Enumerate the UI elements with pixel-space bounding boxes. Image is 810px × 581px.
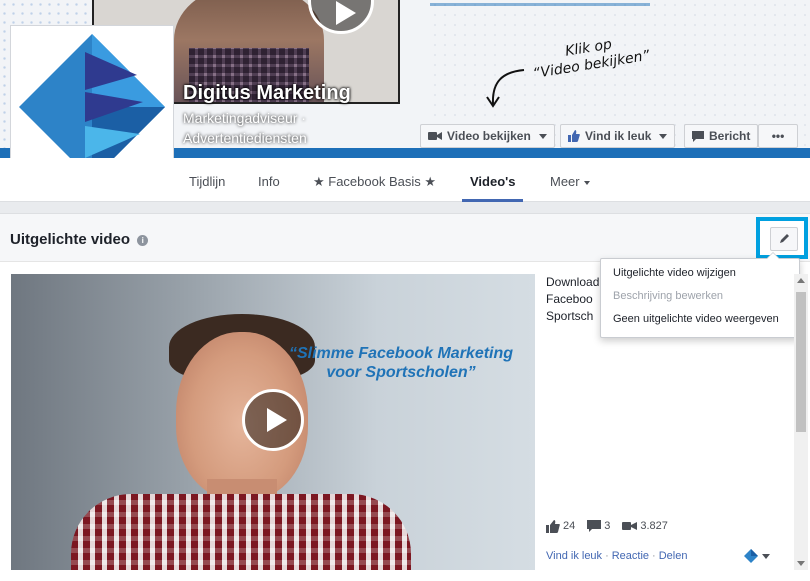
thumbs-up-icon — [568, 130, 580, 142]
like-label: Vind ik leuk — [585, 129, 652, 143]
thumbs-up-icon — [546, 519, 560, 533]
menu-item-change-featured-video[interactable]: Uitgelichte video wijzigen — [613, 267, 736, 279]
chevron-down-icon — [762, 553, 770, 559]
annotation-arrow-icon — [486, 69, 525, 108]
video-person-shirt — [71, 494, 411, 570]
menu-item-hide-featured-video[interactable]: Geen uitgelichte video weergeven — [613, 313, 779, 325]
separator: · — [605, 550, 609, 562]
chevron-down-icon — [583, 180, 590, 185]
edit-button[interactable] — [770, 227, 798, 251]
tab-info[interactable]: Info — [258, 158, 280, 202]
featured-video-player[interactable]: “Slimme Facebook Marketing voor Sportsch… — [11, 274, 535, 570]
more-options-button[interactable]: ••• — [758, 124, 798, 148]
video-overlay-text: “Slimme Facebook Marketing voor Sportsch… — [256, 344, 535, 382]
info-icon[interactable]: i — [137, 234, 149, 246]
action-share-link[interactable]: Delen — [659, 550, 688, 562]
view-count-value: 3.827 — [640, 520, 668, 532]
section-title: Uitgelichte video i — [10, 231, 149, 248]
comment-count-value: 3 — [604, 520, 611, 532]
video-description-line-3: Sportsch — [546, 309, 594, 323]
page-category[interactable]: Marketingadviseur · — [183, 110, 306, 126]
scroll-up-icon[interactable] — [797, 278, 805, 283]
like-count-value: 24 — [563, 520, 576, 532]
message-icon — [692, 130, 704, 142]
comment-count[interactable]: 3 — [587, 520, 610, 532]
edit-dropdown-menu: Uitgelichte video wijzigen Beschrijving … — [600, 252, 800, 338]
view-count: 3.827 — [622, 520, 668, 532]
play-icon[interactable] — [242, 389, 304, 451]
tab-tijdlijn[interactable]: Tijdlijn — [189, 158, 225, 202]
more-label: ••• — [771, 129, 785, 143]
overlay-line-1: “Slimme Facebook Marketing — [288, 345, 514, 362]
video-description-line-2: Faceboo — [546, 292, 593, 306]
page-tab-bar: Tijdlijn Info ★ Facebook Basis ★ Video's… — [0, 158, 810, 202]
scroll-thumb[interactable] — [796, 292, 806, 432]
video-camera-icon — [428, 132, 442, 140]
message-button[interactable]: Bericht — [684, 124, 759, 148]
tab-videos[interactable]: Video's — [462, 158, 524, 202]
action-comment-link[interactable]: Reactie — [612, 550, 649, 562]
video-camera-icon — [622, 522, 638, 530]
message-label: Bericht — [709, 129, 751, 143]
scroll-down-icon[interactable] — [797, 561, 805, 566]
chevron-down-icon — [538, 133, 547, 139]
post-as-selector[interactable] — [744, 549, 770, 563]
video-description-line-1: Download — [546, 275, 600, 289]
watch-video-button[interactable]: Video bekijken — [420, 124, 555, 148]
like-button[interactable]: Vind ik leuk — [560, 124, 676, 148]
facebook-page: Klik op “Video bekijken” Digitus Marketi… — [0, 0, 810, 581]
watch-video-label: Video bekijken — [447, 129, 531, 143]
tab-meer-label: Meer — [550, 174, 580, 189]
video-actions: Vind ik leuk · Reactie · Delen — [546, 550, 687, 562]
cover-heading-fragment — [430, 0, 650, 6]
menu-item-edit-description: Beschrijving bewerken — [613, 290, 724, 302]
section-header: Uitgelichte video i — [0, 214, 810, 262]
tab-meer[interactable]: Meer — [550, 158, 590, 202]
section-title-text: Uitgelichte video — [10, 231, 131, 248]
chevron-down-icon — [659, 133, 668, 139]
action-like-link[interactable]: Vind ik leuk — [546, 550, 602, 562]
description-scrollbar[interactable] — [794, 274, 808, 570]
overlay-line-2: voor Sportscholen” — [326, 364, 476, 381]
edit-highlight-frame — [756, 217, 808, 259]
tab-facebook-basis[interactable]: ★ Facebook Basis ★ — [313, 158, 436, 202]
like-count[interactable]: 24 — [546, 519, 576, 533]
comment-icon — [587, 520, 602, 532]
page-avatar-icon — [744, 549, 758, 563]
page-name[interactable]: Digitus Marketing — [183, 82, 351, 105]
video-stats: 24 3 3.827 — [546, 519, 680, 533]
page-category-2[interactable]: Advertentiediensten — [183, 130, 307, 146]
separator: · — [652, 550, 656, 562]
pencil-icon — [780, 234, 789, 243]
